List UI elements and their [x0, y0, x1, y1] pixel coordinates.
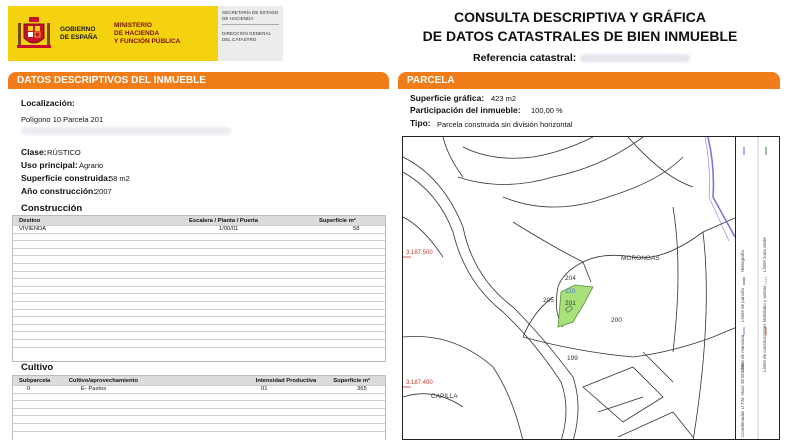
- parcel-110: 110: [565, 288, 576, 295]
- uso-value: Agrario: [79, 161, 104, 170]
- construccion-table: Destino Escalera / Planta / Puerta Super…: [12, 215, 386, 362]
- col-superficie-cultivo: Superficie m²: [333, 377, 371, 384]
- gov-name: GOBIERNO DE ESPAÑA: [60, 25, 98, 41]
- cultivo-header-row: Subparcela Cultivo/aprovechamiento Inten…: [13, 376, 385, 385]
- table-row: VIVIENDA 1/00/01 58: [13, 225, 385, 233]
- section-bar-descriptive: DATOS DESCRIPTIVOS DEL INMUEBLE: [8, 72, 389, 89]
- legend-hidrografia: Hidrografía: [740, 250, 745, 272]
- tipo-value: Parcela construida sin división horizont…: [437, 120, 573, 129]
- participacion-value: 100,00 %: [531, 106, 563, 115]
- coat-of-arms-icon: [16, 15, 52, 53]
- place-morongas: MORONGAS: [621, 255, 660, 262]
- sup-grafica-label: Superficie gráfica:: [410, 93, 485, 103]
- cell-destino: VIVIENDA: [19, 226, 47, 233]
- col-subparcela: Subparcela: [19, 377, 51, 384]
- tipo-label: Tipo:: [410, 118, 431, 128]
- anio-label: Año construcción:: [21, 186, 97, 196]
- directorate-name: DIRECCIÓN GENERAL DEL CATASTRO: [222, 31, 271, 42]
- secretariat-name: SECRETARÍA DE ESTADO DE HACIENDA: [222, 10, 279, 26]
- title-line-2: DE DATOS CATASTRALES DE BIEN INMUEBLE: [422, 28, 738, 44]
- table-row: 0 E- Pastos 01 365: [13, 385, 385, 393]
- col-escalera: Escalera / Planta / Puerta: [189, 217, 258, 224]
- cadastral-map[interactable]: 3.187.500 3.187.400 MORONGAS CAPILLA 204…: [402, 136, 736, 440]
- gov-yellow-band: GOBIERNO DE ESPAÑA MINISTERIO DE HACIEND…: [8, 6, 218, 61]
- coordinate-top: 3.187.500: [406, 250, 433, 256]
- col-cultivo: Cultivo/aprovechamiento: [68, 377, 139, 384]
- anio-value: 2007: [95, 187, 112, 196]
- legend-mobiliario: Mobiliario y aceras: [762, 285, 767, 322]
- government-logo-block: GOBIERNO DE ESPAÑA MINISTERIO DE HACIEND…: [8, 6, 283, 61]
- parcel-204: 204: [565, 275, 576, 282]
- title-line-1: CONSULTA DESCRIPTIVA Y GRÁFICA: [453, 9, 706, 25]
- cell-subparcela: 0: [27, 386, 31, 393]
- col-intensidad: Intensidad Productiva: [255, 377, 317, 384]
- cultivo-title: Cultivo: [21, 362, 54, 373]
- col-destino: Destino: [19, 217, 41, 224]
- localizacion-label: Localización:: [21, 98, 75, 108]
- legend-zona-verde: Límite zona verde: [762, 237, 767, 272]
- parcel-200: 200: [611, 317, 622, 324]
- clase-value: RÚSTICO: [47, 148, 81, 157]
- participacion-label: Participación del inmueble:: [410, 105, 521, 115]
- clase-label: Clase:: [21, 147, 47, 157]
- cell-escalera: 1/00/01: [219, 226, 239, 233]
- legend-construcciones: Límite de construcciones: [762, 323, 767, 372]
- localizacion-value: Polígono 10 Parcela 201: [21, 115, 104, 124]
- legend-limite-parcela: Límite de parcela: [740, 288, 745, 322]
- place-capilla: CAPILLA: [431, 393, 458, 400]
- section-bar-parcela: PARCELA: [398, 72, 780, 89]
- gov-grey-band: SECRETARÍA DE ESTADO DE HACIENDA DIRECCI…: [218, 6, 283, 61]
- uso-label: Uso principal:: [21, 160, 78, 170]
- parcel-205: 205: [543, 297, 554, 304]
- sup-grafica-value: 423 m2: [491, 94, 517, 103]
- parcel-201: 201: [565, 300, 576, 307]
- document-title: CONSULTA DESCRIPTIVA Y GRÁFICA DE DATOS …: [400, 8, 760, 46]
- map-legend: Hidrografía Límite zona verde Límite de …: [736, 136, 780, 440]
- reference-label: Referencia catastral:: [473, 52, 577, 64]
- construccion-title: Construcción: [21, 203, 83, 214]
- reference-redacted: [580, 54, 690, 62]
- coordinate-bottom: 3.187.400: [406, 380, 433, 386]
- parcel-199: 199: [567, 355, 578, 362]
- cell-intensidad: 01: [261, 386, 268, 393]
- cultivo-table: Subparcela Cultivo/aprovechamiento Inten…: [12, 375, 386, 440]
- col-superficie: Superficie m²: [319, 217, 356, 224]
- address-redacted: [21, 127, 231, 135]
- cell-cultivo: E- Pastos: [81, 386, 107, 393]
- cell-superficie: 58: [353, 226, 360, 233]
- sup-construida-value: 58 m2: [109, 174, 130, 183]
- cell-superficie-cultivo: 365: [357, 386, 367, 393]
- stream-line: [707, 137, 735, 238]
- construccion-header-row: Destino Escalera / Planta / Puerta Super…: [13, 216, 385, 225]
- sup-construida-label: Superficie construida:: [21, 173, 111, 183]
- legend-coordenadas: Coordenadas U.T.M. Huso 28 WGS84: [740, 362, 745, 437]
- ministry-name: MINISTERIO DE HACIENDA Y FUNCIÓN PÚBLICA: [114, 21, 181, 45]
